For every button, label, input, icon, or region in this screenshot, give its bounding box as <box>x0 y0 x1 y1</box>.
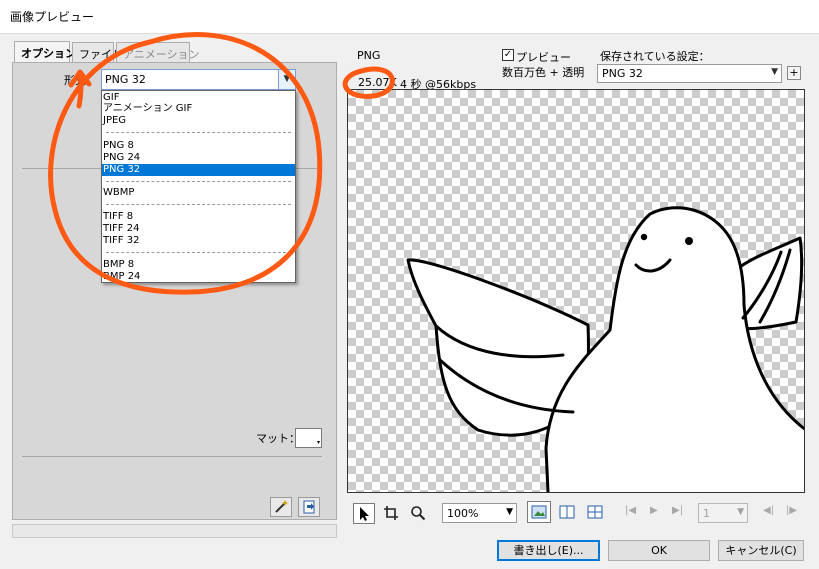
last-frame-icon[interactable]: ▶| <box>672 505 683 516</box>
preview-checkbox-label: プレビュー <box>516 51 571 64</box>
saved-settings-label: 保存されている設定： <box>600 50 710 63</box>
format-option-tiff24[interactable]: TIFF 24 <box>102 223 295 235</box>
chevron-down-icon: ▼ <box>737 507 744 517</box>
ok-button[interactable]: OK <box>608 540 710 561</box>
format-option-jpeg[interactable]: JPEG <box>102 115 295 127</box>
chevron-down-icon: ▼ <box>506 507 513 517</box>
format-option-bmp8[interactable]: BMP 8 <box>102 259 295 271</box>
magnifier-icon[interactable] <box>407 503 429 524</box>
matte-label: マット： <box>256 432 300 445</box>
pointer-icon[interactable] <box>353 503 375 524</box>
tab-options[interactable]: オプション <box>14 41 76 64</box>
frame-select[interactable]: 1 ▼ <box>698 503 748 523</box>
format-option-bmp24[interactable]: BMP 24 <box>102 271 295 283</box>
crop-icon[interactable] <box>380 503 402 524</box>
two-up-view-icon[interactable] <box>555 501 579 523</box>
chevron-down-icon[interactable]: ▼ <box>278 70 295 89</box>
export-button[interactable]: 書き出し(E)... <box>497 540 600 561</box>
title-bar: 画像プレビュー <box>0 0 819 34</box>
format-option-png32[interactable]: PNG 32 <box>102 164 295 176</box>
next-frame-icon[interactable]: |▶ <box>786 505 797 516</box>
export-frame-icon[interactable] <box>298 497 320 517</box>
first-frame-icon[interactable]: |◀ <box>625 505 636 516</box>
add-preset-button[interactable]: + <box>787 66 801 80</box>
checkmark-icon: ✓ <box>503 49 513 60</box>
play-icon[interactable]: ▶ <box>650 505 658 516</box>
matte-color-swatch[interactable]: ▾ <box>295 428 322 448</box>
preview-format-label: PNG <box>357 49 381 62</box>
zoom-select[interactable]: 100% ▼ <box>442 503 517 523</box>
preview-checkbox[interactable]: ✓ <box>502 49 514 61</box>
format-option-wbmp[interactable]: WBMP <box>102 187 295 199</box>
prev-frame-icon[interactable]: ◀| <box>763 505 774 516</box>
file-size: 25.07K <box>358 76 397 89</box>
tab-file[interactable]: ファイル <box>72 42 123 63</box>
format-option-tiff8[interactable]: TIFF 8 <box>102 211 295 223</box>
format-option-png24[interactable]: PNG 24 <box>102 152 295 164</box>
format-dropdown-list: GIF アニメーション GIF JPEG PNG 8 PNG 24 PNG 32… <box>101 90 296 283</box>
format-option-animated-gif[interactable]: アニメーション GIF <box>102 103 295 115</box>
saved-settings-value: PNG 32 <box>602 67 643 80</box>
single-view-icon[interactable] <box>527 501 551 523</box>
saved-settings-select[interactable]: PNG 32 ▼ <box>597 64 782 83</box>
chevron-down-icon: ▾ <box>316 439 320 446</box>
format-option-png8[interactable]: PNG 8 <box>102 140 295 152</box>
format-select[interactable]: PNG 32 ▼ <box>101 69 296 90</box>
format-select-value: PNG 32 <box>105 73 146 86</box>
dropdown-separator <box>106 132 291 133</box>
preview-canvas[interactable] <box>347 89 805 493</box>
four-up-view-icon[interactable] <box>583 501 607 523</box>
bird-eye <box>640 233 648 241</box>
horizontal-scrollbar[interactable] <box>12 524 337 538</box>
dropdown-separator <box>106 252 291 253</box>
bird-drawing <box>406 206 804 492</box>
zoom-value: 100% <box>447 507 479 520</box>
dropdown-separator <box>106 204 291 205</box>
frame-value: 1 <box>703 507 710 520</box>
window-title: 画像プレビュー <box>10 10 95 24</box>
panel-divider-bottom <box>22 456 322 457</box>
format-option-tiff32[interactable]: TIFF 32 <box>102 235 295 247</box>
format-label: 形式： <box>64 74 97 87</box>
bird-eye <box>685 237 693 245</box>
tab-animation[interactable]: アニメーション <box>116 42 200 63</box>
dropdown-separator <box>106 181 291 182</box>
cancel-button[interactable]: キャンセル(C) <box>718 540 804 561</box>
color-info: 数百万色 + 透明 <box>502 66 585 79</box>
chevron-down-icon: ▼ <box>771 67 778 77</box>
magic-wand-icon[interactable] <box>270 497 292 517</box>
